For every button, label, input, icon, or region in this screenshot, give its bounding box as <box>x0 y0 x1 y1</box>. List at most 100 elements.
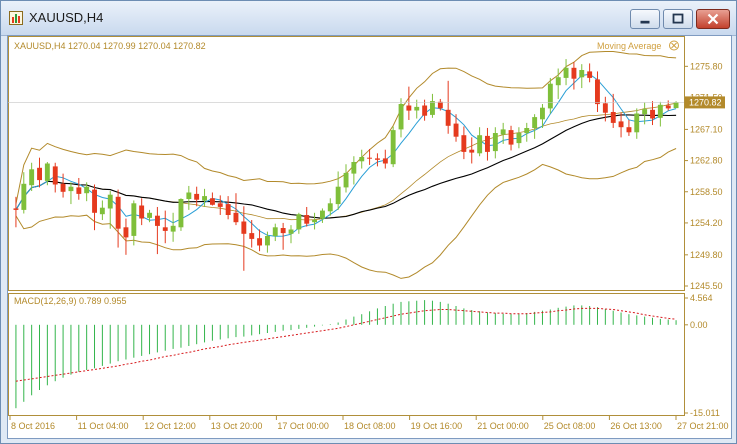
price-tick-label: 1249.80 <box>690 250 723 260</box>
candle-body <box>469 149 475 153</box>
price-tick-label: 1262.80 <box>690 156 723 166</box>
candle-body <box>532 117 538 128</box>
candle-body <box>563 67 569 78</box>
candle-body <box>673 102 679 109</box>
close-icon <box>707 13 719 25</box>
candle-body <box>194 193 200 200</box>
chart-app-icon <box>9 11 23 25</box>
candle-body <box>626 127 632 133</box>
candle-body <box>610 112 616 123</box>
price-tick-label: 1254.20 <box>690 218 723 228</box>
minimize-icon <box>640 20 650 24</box>
candle-body <box>60 183 66 192</box>
candle-body <box>500 129 506 135</box>
candle-body <box>162 227 168 231</box>
candle-body <box>296 214 302 230</box>
candle-body <box>390 130 396 165</box>
candle-body <box>52 166 58 185</box>
moving-average-label: Moving Average <box>597 41 661 51</box>
candle-body <box>327 203 333 212</box>
candle-body <box>634 113 640 133</box>
candle-body <box>115 196 121 229</box>
candle <box>178 198 184 231</box>
window-title: XAUUSD,H4 <box>29 10 104 25</box>
candle-body <box>430 101 435 115</box>
candle-body <box>280 228 286 234</box>
candle-body <box>343 172 349 188</box>
candle-body <box>461 135 467 152</box>
candle-body <box>351 162 357 174</box>
candle-body <box>249 233 255 239</box>
candle-body <box>241 221 247 234</box>
candle-body <box>477 135 483 154</box>
candle-body <box>257 238 262 246</box>
candle-body <box>272 227 278 236</box>
price-tick-label: 1275.80 <box>690 61 723 71</box>
candle-body <box>123 227 129 238</box>
candle-body <box>170 225 176 232</box>
candle-body <box>555 77 561 86</box>
macd-tick-label: 4.564 <box>690 293 713 303</box>
close-button[interactable] <box>696 9 730 29</box>
candle-body <box>202 196 207 201</box>
price-tick-label: 1245.50 <box>690 281 723 291</box>
candle-body <box>359 157 365 162</box>
time-tick-label: 26 Oct 13:00 <box>610 421 662 431</box>
time-tick-label: 8 Oct 2016 <box>11 421 55 431</box>
candle-body <box>406 105 412 111</box>
candle-body <box>516 133 522 144</box>
candle-body <box>155 215 160 226</box>
price-tick-label: 1267.10 <box>690 124 723 134</box>
candle-body <box>186 192 192 199</box>
chart-window: XAUUSD,H4 1275.801271.501267.101262.8012… <box>0 0 737 444</box>
macd-tick-label: 0.00 <box>690 320 708 330</box>
macd-tick-label: -15.011 <box>690 408 720 418</box>
candle-body <box>382 158 388 164</box>
time-tick-label: 18 Oct 08:00 <box>344 421 396 431</box>
candle-body <box>618 121 624 128</box>
candle-body <box>422 105 428 116</box>
candle-body <box>492 133 498 152</box>
candle-body <box>485 135 490 152</box>
candle-body <box>44 163 50 181</box>
chart-area[interactable]: 1275.801271.501267.101262.801258.501254.… <box>7 35 732 439</box>
candle-body <box>650 109 655 119</box>
candle-body <box>367 157 372 159</box>
candle-body <box>233 212 239 223</box>
candle-body <box>217 203 223 207</box>
candle-body <box>398 104 404 130</box>
time-tick-label: 13 Oct 20:00 <box>211 421 263 431</box>
candle-body <box>335 186 341 205</box>
candle-body <box>437 101 443 109</box>
chart-header: XAUUSD,H4 1270.04 1270.99 1270.04 1270.8… <box>14 41 206 51</box>
candle-body <box>445 109 451 126</box>
macd-header: MACD(12,26,9) 0.789 0.955 <box>14 296 127 306</box>
candle-body <box>37 167 42 181</box>
candle-body <box>320 210 325 219</box>
candle-body <box>587 71 593 78</box>
minimize-button[interactable] <box>630 9 660 29</box>
maximize-icon <box>672 13 684 24</box>
candle-body <box>579 70 585 78</box>
current-price-label: 1270.82 <box>689 97 722 107</box>
candle-body <box>312 220 317 223</box>
candle <box>390 126 396 168</box>
title-bar[interactable]: XAUUSD,H4 <box>1 1 736 36</box>
candle-body <box>288 229 294 234</box>
candle-body <box>76 187 82 194</box>
candle-body <box>210 198 215 205</box>
candle-body <box>304 215 310 224</box>
candle-body <box>595 79 600 105</box>
candle-body <box>68 186 74 192</box>
candle-body <box>375 158 380 160</box>
candle-body <box>225 204 231 215</box>
maximize-button[interactable] <box>663 9 693 29</box>
candle-body <box>453 123 459 137</box>
candle-body <box>547 83 553 109</box>
price-chart[interactable]: 1275.801271.501267.101262.801258.501254.… <box>8 36 731 438</box>
candle-body <box>414 106 420 111</box>
candle-body <box>657 104 663 118</box>
candle-body <box>92 189 97 213</box>
candle-body <box>29 169 35 186</box>
time-tick-label: 25 Oct 08:00 <box>544 421 596 431</box>
